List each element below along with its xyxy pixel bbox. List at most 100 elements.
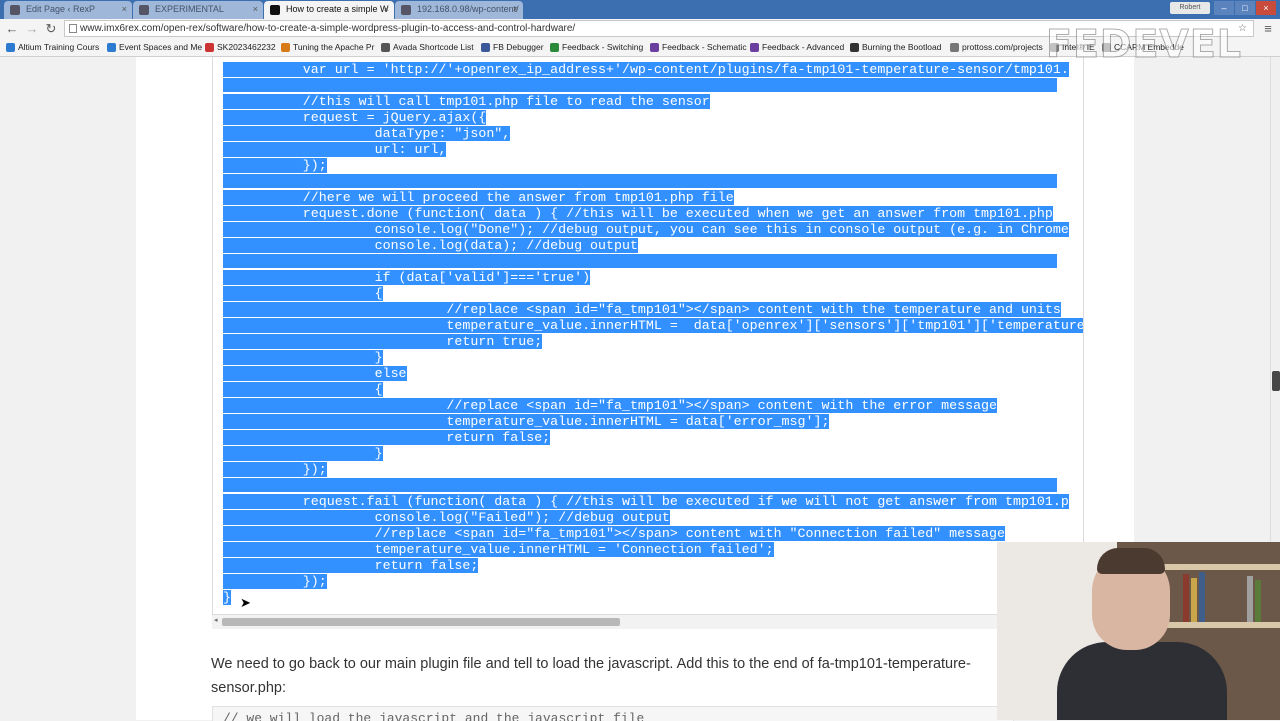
- tab-experimental[interactable]: EXPERIMENTAL ×: [133, 1, 263, 19]
- selected-code-text: [223, 174, 1057, 188]
- page-scroll-thumb[interactable]: [1272, 371, 1280, 391]
- tab-edit-page[interactable]: Edit Page ‹ RexP ×: [4, 1, 132, 19]
- page-favicon-icon: [139, 5, 149, 15]
- bookmark-item[interactable]: FB Debugger: [481, 41, 559, 54]
- webcam-book: [1255, 580, 1261, 622]
- code-line: }: [223, 350, 383, 366]
- selected-code-text: else: [223, 366, 407, 381]
- selected-code-text: });: [223, 158, 327, 173]
- bookmark-favicon-icon: [750, 43, 759, 52]
- rex-favicon-icon: [270, 5, 280, 15]
- wordpress-favicon-icon: [10, 5, 20, 15]
- bookmark-item[interactable]: Feedback - Advanced: [750, 41, 854, 54]
- tab-local-ip[interactable]: 192.168.0.98/wp-content/ ×: [395, 1, 523, 19]
- bookmark-label: FB Debugger: [493, 42, 544, 52]
- webcam-book: [1247, 576, 1253, 622]
- instruction-paragraph-line2: sensor.php:: [211, 680, 286, 696]
- bookmark-item[interactable]: prottoss.com/projects: [950, 41, 1054, 54]
- tab-how-to-create[interactable]: How to create a simple W ×: [264, 1, 394, 19]
- selected-code-text: //replace <span id="fa_tmp101"></span> c…: [223, 398, 998, 413]
- code-line: //replace <span id="fa_tmp101"></span> c…: [223, 302, 1061, 318]
- webcam-book: [1183, 574, 1189, 622]
- selected-code-text: console.log("Failed"); //debug output: [223, 510, 670, 525]
- selected-code-text: return true;: [223, 334, 543, 349]
- close-window-icon[interactable]: ×: [1256, 1, 1276, 15]
- bookmark-item[interactable]: Feedback - Schematic: [650, 41, 754, 54]
- forward-arrow-icon[interactable]: →: [24, 21, 40, 37]
- page-icon: [69, 24, 77, 33]
- selected-code-text: if (data['valid']==='true'): [223, 270, 591, 285]
- code-horizontal-scrollbar[interactable]: ◂: [212, 614, 1082, 629]
- selected-code-text: {: [223, 286, 383, 301]
- code-line: [223, 478, 1057, 494]
- bookmark-item[interactable]: Event Spaces and Me: [107, 41, 209, 54]
- browser-tab-strip: Edit Page ‹ RexP × EXPERIMENTAL × How to…: [0, 0, 1280, 19]
- selected-code-text: return false;: [223, 558, 479, 573]
- code-line: });: [223, 462, 327, 478]
- menu-icon[interactable]: ≡: [1260, 21, 1276, 37]
- scroll-left-arrow-icon[interactable]: ◂: [214, 616, 218, 624]
- selected-code-text: temperature_value.innerHTML = data['open…: [223, 318, 1084, 333]
- bookmark-label: Tuning the Apache Pr: [293, 42, 375, 52]
- selected-code-text: dataType: "json",: [223, 126, 511, 141]
- close-tab-icon[interactable]: ×: [513, 1, 518, 18]
- code-line: url: url,: [223, 142, 447, 158]
- next-code-block[interactable]: // we will load the javascript and the j…: [212, 706, 1014, 721]
- mouse-cursor-icon: ➤: [240, 595, 251, 610]
- code-line: else: [223, 366, 407, 382]
- profile-badge[interactable]: Robert: [1170, 2, 1210, 14]
- code-line: //this will call tmp101.php file to read…: [223, 94, 710, 110]
- code-line: }: [223, 590, 231, 606]
- tab-label: How to create a simple W: [286, 4, 389, 14]
- selected-code-text: }: [223, 446, 383, 461]
- code-block[interactable]: var url = 'http://'+openrex_ip_address+'…: [212, 57, 1084, 628]
- webcam-person-hair: [1097, 548, 1165, 574]
- code-line: [223, 174, 1057, 190]
- selected-code-text: }: [223, 590, 231, 605]
- selected-code-text: return false;: [223, 430, 551, 445]
- bookmark-label: Altium Training Cours: [18, 42, 100, 52]
- selected-code-text: [223, 254, 1057, 268]
- code-line: temperature_value.innerHTML = data['open…: [223, 318, 1084, 334]
- back-arrow-icon[interactable]: ←: [4, 21, 20, 37]
- selected-code-text: request = jQuery.ajax({: [223, 110, 487, 125]
- bookmark-item[interactable]: Feedback - Switching: [550, 41, 654, 54]
- reload-icon[interactable]: ↻: [43, 21, 59, 37]
- code-scroll-thumb[interactable]: [222, 618, 620, 626]
- tab-label: Edit Page ‹ RexP: [26, 4, 96, 14]
- bookmark-favicon-icon: [6, 43, 15, 52]
- selected-code-text: //this will call tmp101.php file to read…: [223, 94, 710, 109]
- minimize-icon[interactable]: –: [1214, 1, 1234, 15]
- bookmark-item[interactable]: Avada Shortcode List: [381, 41, 485, 54]
- code-line: request.fail (function( data ) { //this …: [223, 494, 1069, 510]
- selected-code-text: //replace <span id="fa_tmp101"></span> c…: [223, 302, 1061, 317]
- selected-code-text: temperature_value.innerHTML = 'Connectio…: [223, 542, 774, 557]
- bookmark-favicon-icon: [650, 43, 659, 52]
- bookmark-item[interactable]: Tuning the Apache Pr: [281, 41, 385, 54]
- maximize-icon[interactable]: □: [1235, 1, 1255, 15]
- selected-code-text: console.log(data); //debug output: [223, 238, 638, 253]
- code-line: [223, 78, 1057, 94]
- code-line: //replace <span id="fa_tmp101"></span> c…: [223, 526, 1005, 542]
- selected-code-text: var url = 'http://'+openrex_ip_address+'…: [223, 62, 1069, 77]
- selected-code-text: console.log("Done"); //debug output, you…: [223, 222, 1069, 237]
- close-tab-icon[interactable]: ×: [384, 1, 389, 18]
- bookmark-item[interactable]: Burning the Bootload: [850, 41, 954, 54]
- code-line: request.done (function( data ) { //this …: [223, 206, 1053, 222]
- selected-code-text: request.done (function( data ) { //this …: [223, 206, 1053, 221]
- selected-code-text: //here we will proceed the answer from t…: [223, 190, 734, 205]
- close-tab-icon[interactable]: ×: [122, 1, 127, 18]
- selected-code-text: });: [223, 574, 327, 589]
- selected-code-text: {: [223, 382, 383, 397]
- webcam-person-shirt: [1057, 642, 1227, 720]
- bookmark-item[interactable]: Altium Training Cours: [6, 41, 112, 54]
- close-tab-icon[interactable]: ×: [253, 1, 258, 18]
- bookmark-label: Burning the Bootload: [862, 42, 942, 52]
- bookmark-item[interactable]: SK2023462232: [205, 41, 287, 54]
- code-line: return false;: [223, 558, 479, 574]
- tab-label: EXPERIMENTAL: [155, 4, 224, 14]
- code-line: //replace <span id="fa_tmp101"></span> c…: [223, 398, 998, 414]
- code-line: {: [223, 382, 383, 398]
- code-line: //here we will proceed the answer from t…: [223, 190, 734, 206]
- code-line: if (data['valid']==='true'): [223, 270, 591, 286]
